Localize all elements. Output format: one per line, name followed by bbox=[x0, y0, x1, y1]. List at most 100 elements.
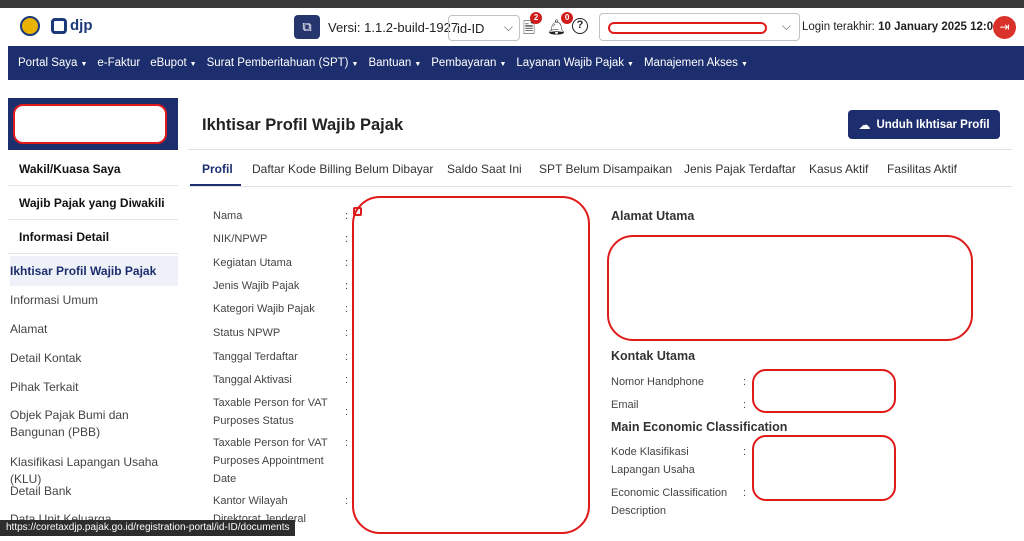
garuda-emblem-icon bbox=[20, 16, 40, 36]
tab-jenis-pajak[interactable]: Jenis Pajak Terdaftar bbox=[684, 162, 796, 176]
nav-item-6[interactable]: Layanan Wajib Pajak ▼ bbox=[516, 57, 634, 69]
copy-icon-button[interactable]: ⧉ bbox=[294, 15, 320, 39]
field-label-vat-status: Taxable Person for VAT Purposes Status bbox=[213, 397, 328, 427]
caret-down-icon: ▼ bbox=[351, 61, 359, 68]
field-label-kategori-wp: Kategori Wajib Pajak bbox=[213, 303, 315, 315]
nav-item-label: eBupot bbox=[150, 57, 187, 69]
economic-section-title: Main Economic Classification bbox=[611, 420, 788, 434]
field-label-economic-desc: Economic Classification Description bbox=[611, 487, 728, 517]
nav-item-3[interactable]: Surat Pemberitahuan (SPT) ▼ bbox=[207, 57, 359, 69]
logo-text: djp bbox=[70, 17, 93, 34]
sidebar-item-informasi-umum[interactable]: Informasi Umum bbox=[10, 292, 178, 309]
field-label-nik: NIK/NPWP bbox=[213, 233, 268, 245]
colon: : bbox=[345, 280, 349, 292]
nav-item-0[interactable]: Portal Saya ▼ bbox=[18, 57, 87, 69]
tab-fasilitas-aktif[interactable]: Fasilitas Aktif bbox=[887, 162, 957, 176]
colon: : bbox=[345, 406, 349, 418]
logout-button[interactable]: ⇥ bbox=[993, 16, 1016, 39]
field-label-kegiatan: Kegiatan Utama bbox=[213, 257, 292, 269]
nav-item-label: Layanan Wajib Pajak bbox=[516, 57, 625, 69]
djp-logo-icon bbox=[51, 18, 67, 34]
caret-down-icon: ▼ bbox=[740, 61, 748, 68]
caret-down-icon: ▼ bbox=[80, 61, 88, 68]
sidebar-item-pihak-terkait[interactable]: Pihak Terkait bbox=[10, 379, 178, 396]
tab-spt-belum[interactable]: SPT Belum Disampaikan bbox=[539, 162, 672, 176]
address-section-title: Alamat Utama bbox=[611, 209, 695, 223]
document-count-badge: 2 bbox=[530, 12, 543, 24]
field-label-nama: Nama bbox=[213, 210, 243, 222]
redaction-mark bbox=[752, 435, 896, 501]
nav-item-label: Portal Saya bbox=[18, 57, 78, 69]
app-header: djp ⧉ Versi: 1.1.2-build-1927 id-ID ⌵ 🗎 … bbox=[8, 8, 1024, 46]
cloud-download-icon: ☁ bbox=[858, 117, 871, 132]
main-nav: Portal Saya ▼ e-Faktur eBupot ▼ Surat Pemberi… bbox=[8, 46, 1024, 80]
colon: : bbox=[345, 210, 349, 222]
tab-kode-billing[interactable]: Daftar Kode Billing Belum Dibayar bbox=[252, 162, 433, 176]
page-title: Ikhtisar Profil Wajib Pajak bbox=[202, 116, 404, 134]
bell-notification-button[interactable]: 🔔︎ 0 bbox=[547, 12, 574, 36]
colon: : bbox=[345, 351, 349, 363]
redaction-mark bbox=[352, 196, 590, 534]
caret-down-icon: ▼ bbox=[499, 61, 507, 68]
colon: : bbox=[743, 446, 747, 458]
field-label-tanggal-aktivasi: Tanggal Aktivasi bbox=[213, 374, 292, 386]
sidebar-item-detail-bank[interactable]: Detail Bank bbox=[10, 483, 178, 500]
download-profile-button[interactable]: ☁ Unduh Ikhtisar Profil bbox=[848, 110, 1000, 139]
document-notification-button[interactable]: 🗎 2 bbox=[523, 12, 543, 43]
sidebar-header bbox=[8, 98, 178, 150]
sidebar-group-wakil[interactable]: Wakil/Kuasa Saya bbox=[8, 152, 178, 186]
colon: : bbox=[345, 257, 349, 269]
field-label-vat-appointment: Taxable Person for VAT Purposes Appointm… bbox=[213, 437, 328, 485]
field-label-jenis-wp: Jenis Wajib Pajak bbox=[213, 280, 300, 292]
nav-item-label: e-Faktur bbox=[97, 57, 141, 69]
redaction-mark bbox=[752, 369, 896, 413]
nav-item-label: Surat Pemberitahuan (SPT) bbox=[206, 57, 349, 69]
download-profile-label: Unduh Ikhtisar Profil bbox=[876, 118, 990, 131]
sidebar-item-objek-pajak[interactable]: Objek Pajak Bumi dan Bangunan (PBB) bbox=[10, 407, 178, 441]
caret-down-icon: ▼ bbox=[189, 61, 197, 68]
language-select[interactable]: id-ID ⌵ bbox=[448, 15, 520, 41]
field-label-kode-klu: Kode Klasifikasi Lapangan Usaha bbox=[611, 446, 695, 476]
colon: : bbox=[345, 303, 349, 315]
colon: : bbox=[345, 374, 349, 386]
window-top-strip bbox=[0, 0, 1024, 8]
sidebar: Wakil/Kuasa Saya Wajib Pajak yang Diwaki… bbox=[8, 98, 178, 541]
nav-item-7[interactable]: Manajemen Akses ▼ bbox=[644, 57, 748, 69]
status-url-bar: https://coretaxdjp.pajak.go.id/registrat… bbox=[0, 520, 296, 536]
sidebar-item-alamat[interactable]: Alamat bbox=[10, 321, 178, 338]
tab-divider bbox=[188, 186, 1012, 187]
nav-item-1[interactable]: e-Faktur bbox=[97, 57, 140, 69]
redaction-mark bbox=[13, 104, 167, 144]
sidebar-item-detail-kontak[interactable]: Detail Kontak bbox=[10, 350, 178, 367]
nav-item-label: Bantuan bbox=[368, 57, 412, 69]
version-label: Versi: 1.1.2-build-1927 bbox=[328, 20, 459, 35]
nav-item-label: Manajemen Akses bbox=[643, 57, 738, 69]
nav-item-4[interactable]: Bantuan ▼ bbox=[368, 57, 421, 69]
sidebar-group-informasi[interactable]: Informasi Detail bbox=[8, 220, 178, 254]
field-label-status-npwp: Status NPWP bbox=[213, 327, 281, 339]
chevron-down-icon: ⌵ bbox=[503, 20, 513, 34]
caret-down-icon: ▼ bbox=[414, 61, 422, 68]
caret-down-icon: ▼ bbox=[627, 61, 634, 68]
field-label-handphone: Nomor Handphone bbox=[611, 376, 704, 388]
nav-item-2[interactable]: eBupot ▼ bbox=[150, 57, 196, 69]
contact-section-title: Kontak Utama bbox=[611, 349, 696, 363]
tab-saldo[interactable]: Saldo Saat Ini bbox=[447, 162, 522, 176]
sidebar-item-ikhtisar[interactable]: Ikhtisar Profil Wajib Pajak bbox=[10, 256, 178, 286]
taxpayer-select[interactable]: ⌵ bbox=[599, 13, 800, 41]
logout-icon: ⇥ bbox=[999, 20, 1010, 34]
colon: : bbox=[743, 399, 747, 411]
bell-count-badge: 0 bbox=[561, 12, 574, 24]
sidebar-group-diwakili[interactable]: Wajib Pajak yang Diwakili bbox=[8, 186, 178, 220]
help-icon[interactable]: ? bbox=[572, 18, 588, 34]
nav-item-label: Pembayaran bbox=[431, 57, 497, 69]
redaction-mark bbox=[607, 235, 973, 341]
nav-item-5[interactable]: Pembayaran ▼ bbox=[431, 57, 506, 69]
tab-bar: Profil Daftar Kode Billing Belum Dibayar… bbox=[190, 150, 1010, 186]
tab-kasus-aktif[interactable]: Kasus Aktif bbox=[809, 162, 868, 176]
colon: : bbox=[743, 376, 747, 388]
colon: : bbox=[345, 233, 349, 245]
redaction-mark bbox=[608, 22, 767, 34]
last-login: Login terakhir: 10 January 2025 12:01:26 bbox=[802, 21, 1016, 33]
tab-profil[interactable]: Profil bbox=[202, 162, 233, 176]
